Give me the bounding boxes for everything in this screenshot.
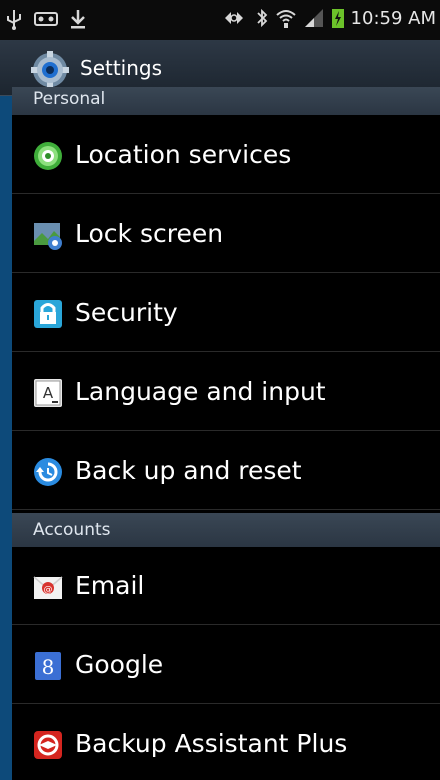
settings-item-email[interactable]: @ Email	[12, 547, 440, 625]
bluetooth-icon	[256, 8, 267, 28]
backup-reset-icon	[34, 458, 62, 486]
usb-icon	[7, 10, 21, 30]
status-right-icons: 10:59 AM	[219, 7, 436, 29]
svg-text:8: 8	[42, 655, 55, 679]
svg-text:@: @	[44, 585, 53, 595]
status-time: 10:59 AM	[350, 7, 436, 29]
section-header-accounts: Accounts	[12, 513, 440, 547]
signal-icon	[304, 9, 323, 27]
item-label: Location services	[75, 140, 292, 169]
battery-charging-icon	[331, 9, 344, 28]
page-title: Settings	[80, 56, 163, 80]
settings-item-language-and-input[interactable]: A Language and input	[12, 353, 440, 431]
svg-text:A: A	[43, 384, 54, 402]
security-lock-icon	[34, 300, 62, 328]
item-label: Security	[75, 298, 178, 327]
section-header-label: Accounts	[33, 520, 111, 540]
item-label: Lock screen	[75, 219, 224, 248]
section-header-label: Personal	[33, 89, 106, 109]
settings-item-security[interactable]: Security	[12, 274, 440, 352]
settings-item-lock-screen[interactable]: Lock screen	[12, 195, 440, 273]
wifi-icon	[275, 10, 296, 28]
settings-item-backup-assistant-plus[interactable]: Backup Assistant Plus	[12, 705, 440, 780]
keyboard-icon: A	[34, 379, 62, 407]
item-label: Language and input	[75, 377, 326, 406]
location-icon	[34, 142, 62, 170]
download-icon	[71, 10, 85, 29]
nfc-icon	[224, 12, 243, 24]
backup-assistant-icon	[34, 731, 62, 759]
settings-item-back-up-and-reset[interactable]: Back up and reset	[12, 432, 440, 510]
item-label: Google	[75, 650, 164, 679]
settings-item-google[interactable]: 8 Google	[12, 626, 440, 704]
voicemail-icon	[34, 12, 58, 26]
settings-gear-icon[interactable]	[30, 50, 70, 90]
settings-item-location-services[interactable]: Location services	[12, 116, 440, 194]
item-label: Back up and reset	[75, 456, 302, 485]
lock-screen-icon	[34, 223, 62, 250]
section-header-personal: Personal	[12, 87, 440, 115]
item-label: Email	[75, 571, 145, 600]
status-bar: 10:59 AM	[0, 0, 440, 40]
email-icon: @	[33, 576, 63, 599]
status-left-icons	[4, 8, 88, 30]
item-label: Backup Assistant Plus	[75, 729, 348, 758]
google-icon: 8	[35, 652, 61, 680]
